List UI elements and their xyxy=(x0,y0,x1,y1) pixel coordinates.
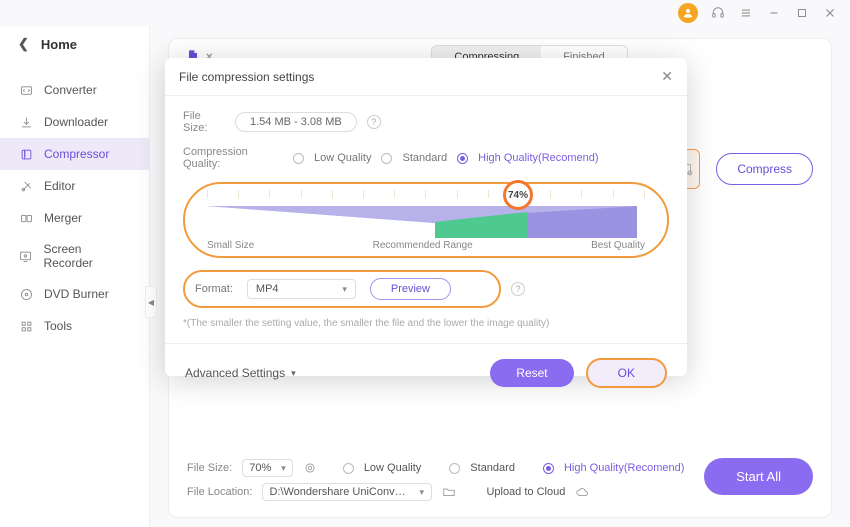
sidebar-item-label: DVD Burner xyxy=(44,287,109,301)
compressor-icon xyxy=(18,146,34,162)
window-close-icon[interactable] xyxy=(822,5,838,21)
sidebar-item-label: Merger xyxy=(44,211,82,225)
bottom-location-dropdown[interactable]: D:\Wondershare UniConverter 1▾ xyxy=(262,483,432,501)
standard-quality-label: Standard xyxy=(402,152,447,164)
sidebar-item-label: Tools xyxy=(44,319,72,333)
slider-small-label: Small Size xyxy=(207,240,254,251)
reset-button[interactable]: Reset xyxy=(490,359,573,387)
radio-low-quality[interactable] xyxy=(293,153,304,164)
home-row[interactable]: ❮ Home xyxy=(0,26,149,62)
dvd-burner-icon xyxy=(18,286,34,302)
sidebar-item-dvd-burner[interactable]: DVD Burner xyxy=(0,278,149,310)
bottom-bar: File Size: 70%▾ Low Quality Standard Hig… xyxy=(187,459,813,507)
slider-best-label: Best Quality xyxy=(591,240,645,251)
sidebar-item-merger[interactable]: Merger xyxy=(0,202,149,234)
sidebar-item-label: Compressor xyxy=(44,147,109,161)
radio-standard-quality[interactable] xyxy=(381,153,392,164)
slider-recommended-label: Recommended Range xyxy=(373,240,473,251)
window-maximize-icon[interactable] xyxy=(794,5,810,21)
sidebar-item-converter[interactable]: Converter xyxy=(0,74,149,106)
bottom-filesize-dropdown[interactable]: 70%▾ xyxy=(242,459,293,477)
downloader-icon xyxy=(18,114,34,130)
compression-hint: *(The smaller the setting value, the sma… xyxy=(183,318,669,329)
compression-settings-modal: File compression settings ✕ File Size: 1… xyxy=(165,58,687,376)
modal-close-icon[interactable]: ✕ xyxy=(661,68,673,85)
sidebar-item-compressor[interactable]: Compressor xyxy=(0,138,149,170)
chevron-down-icon: ▾ xyxy=(291,368,296,379)
format-label: Format: xyxy=(195,283,233,295)
user-avatar[interactable] xyxy=(678,3,698,23)
bottom-location-label: File Location: xyxy=(187,486,252,498)
editor-icon xyxy=(18,178,34,194)
format-help-icon[interactable]: ? xyxy=(511,282,525,296)
window-minimize-icon[interactable] xyxy=(766,5,782,21)
preview-button[interactable]: Preview xyxy=(370,278,451,300)
high-quality-label: High Quality(Recomend) xyxy=(478,152,598,164)
sidebar-item-tools[interactable]: Tools xyxy=(0,310,149,342)
filesize-label: File Size: xyxy=(183,110,225,134)
sidebar-item-editor[interactable]: Editor xyxy=(0,170,149,202)
merger-icon xyxy=(18,210,34,226)
target-icon[interactable] xyxy=(303,461,317,475)
sidebar: ❮ Home Converter Downloader Compressor E… xyxy=(0,26,150,527)
sidebar-item-screen-recorder[interactable]: Screen Recorder xyxy=(0,234,149,278)
back-icon[interactable]: ❮ xyxy=(18,36,29,52)
bottom-radio-high[interactable] xyxy=(543,463,554,474)
compress-button[interactable]: Compress xyxy=(716,153,813,185)
bottom-radio-low[interactable] xyxy=(343,463,354,474)
bottom-standard-label: Standard xyxy=(470,462,515,474)
sidebar-item-label: Screen Recorder xyxy=(43,242,131,270)
advanced-settings-toggle[interactable]: Advanced Settings ▾ xyxy=(185,366,296,380)
screen-recorder-icon xyxy=(18,248,33,264)
bottom-low-label: Low Quality xyxy=(364,462,421,474)
filesize-range-input[interactable]: 1.54 MB - 3.08 MB xyxy=(235,112,357,132)
converter-icon xyxy=(18,82,34,98)
sidebar-item-label: Editor xyxy=(44,179,75,193)
modal-title: File compression settings xyxy=(179,70,314,84)
ok-button[interactable]: OK xyxy=(586,358,667,388)
open-folder-icon[interactable] xyxy=(442,485,456,499)
home-label: Home xyxy=(41,37,77,52)
quality-label: Compression Quality: xyxy=(183,146,283,170)
start-all-button[interactable]: Start All xyxy=(704,458,813,495)
bottom-filesize-label: File Size: xyxy=(187,462,232,474)
sidebar-item-label: Downloader xyxy=(44,115,108,129)
help-icon[interactable]: ? xyxy=(367,115,381,129)
radio-high-quality[interactable] xyxy=(457,153,468,164)
cloud-upload-icon[interactable] xyxy=(575,485,589,499)
tools-icon xyxy=(18,318,34,334)
low-quality-label: Low Quality xyxy=(314,152,371,164)
menu-icon[interactable] xyxy=(738,5,754,21)
bottom-high-label: High Quality(Recomend) xyxy=(564,462,684,474)
compression-slider[interactable]: 74% Small Size Recommended Range Best Qu… xyxy=(183,182,669,258)
titlebar xyxy=(0,0,850,26)
upload-cloud-label: Upload to Cloud xyxy=(486,486,565,498)
sidebar-item-downloader[interactable]: Downloader xyxy=(0,106,149,138)
bottom-radio-standard[interactable] xyxy=(449,463,460,474)
sidebar-item-label: Converter xyxy=(44,83,97,97)
slider-handle[interactable]: 74% xyxy=(503,180,533,210)
support-icon[interactable] xyxy=(710,5,726,21)
format-dropdown[interactable]: MP4▾ xyxy=(247,279,356,299)
